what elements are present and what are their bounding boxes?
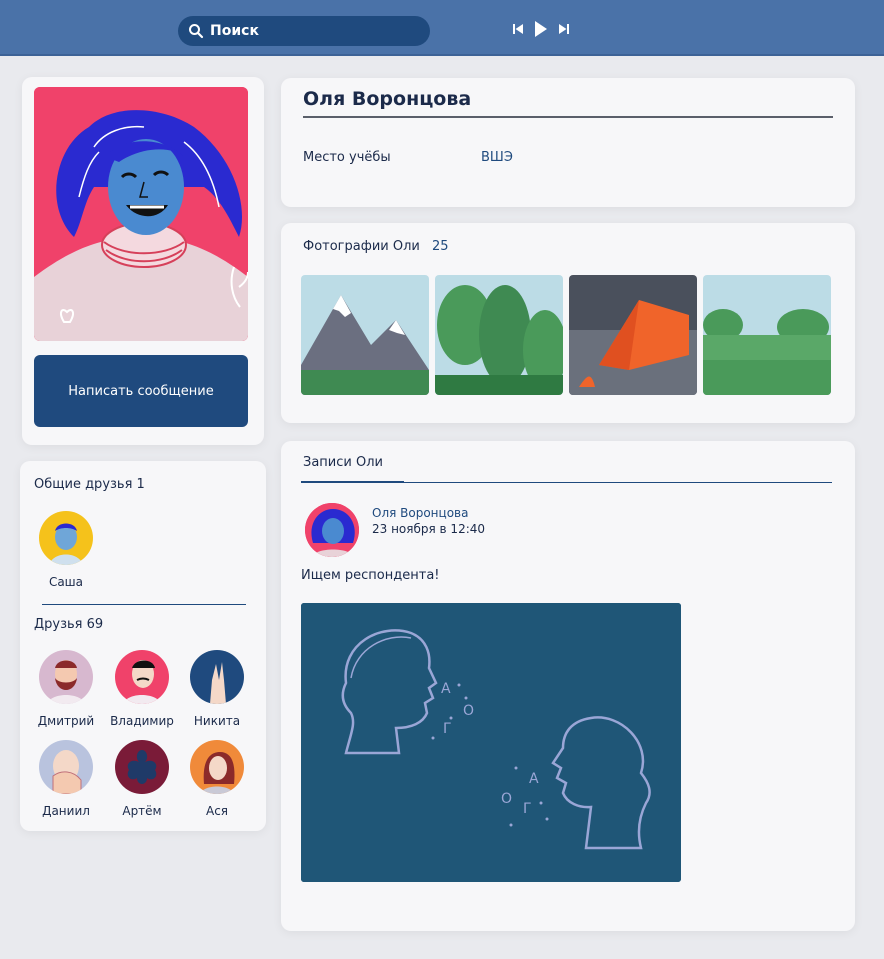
svg-text:Г: Г xyxy=(523,801,532,817)
friend-name: Никита xyxy=(193,714,241,728)
common-friends-count: 1 xyxy=(136,477,145,492)
friend-avatar xyxy=(39,650,93,704)
friend-name: Ася xyxy=(205,804,229,818)
svg-text:А: А xyxy=(529,771,539,787)
friends-divider xyxy=(42,604,246,605)
friend-name: Даниил xyxy=(42,804,90,818)
wall-divider xyxy=(404,482,832,483)
profile-name: Оля Воронцова xyxy=(303,88,472,110)
friend-name: Дмитрий xyxy=(37,714,95,728)
common-friends-title: Общие друзья xyxy=(34,477,133,492)
post-author-avatar[interactable] xyxy=(305,503,359,557)
wall-title[interactable]: Записи Оли xyxy=(303,455,383,470)
study-row: Место учёбы ВШЭ xyxy=(303,150,513,165)
study-label: Место учёбы xyxy=(303,150,391,165)
photos-count: 25 xyxy=(432,239,449,254)
study-link[interactable]: ВШЭ xyxy=(481,150,513,165)
play-icon[interactable] xyxy=(534,20,548,38)
common-friends-header[interactable]: Общие друзья 1 xyxy=(34,477,145,492)
send-message-button[interactable]: Написать сообщение xyxy=(34,355,248,427)
post-author-name[interactable]: Оля Воронцова xyxy=(372,506,468,520)
friend-name: Саша xyxy=(48,575,84,589)
photo-forest[interactable] xyxy=(435,275,563,395)
svg-text:А: А xyxy=(441,681,451,697)
name-underline xyxy=(303,116,833,118)
photo-mountains[interactable] xyxy=(301,275,429,395)
profile-avatar[interactable] xyxy=(34,87,248,341)
friend-sasha[interactable]: Саша xyxy=(31,511,101,589)
all-friends-title: Друзья xyxy=(34,617,83,632)
search-placeholder: Поиск xyxy=(210,23,259,39)
photo-tent[interactable] xyxy=(569,275,697,395)
friend-avatar xyxy=(115,650,169,704)
friend-dmitry[interactable]: Дмитрий xyxy=(31,650,101,728)
friend-daniil[interactable]: Даниил xyxy=(31,740,101,818)
post-date[interactable]: 23 ноября в 12:40 xyxy=(372,522,485,536)
wall-card: Записи Оли Оля Воронцова 23 ноября в 12:… xyxy=(281,441,855,931)
friend-name: Артём xyxy=(122,804,162,818)
friend-avatar xyxy=(115,740,169,794)
svg-text:О: О xyxy=(463,703,474,719)
friend-avatar xyxy=(190,650,244,704)
photos-header[interactable]: Фотографии Оли 25 xyxy=(303,239,449,254)
friend-nikita[interactable]: Никита xyxy=(182,650,252,728)
wall-tab-underline xyxy=(301,481,404,483)
all-friends-header[interactable]: Друзья 69 xyxy=(34,617,103,632)
svg-text:О: О xyxy=(501,791,512,807)
friend-vladimir[interactable]: Владимир xyxy=(107,650,177,728)
next-track-icon[interactable] xyxy=(558,23,570,35)
friend-name: Владимир xyxy=(110,714,174,728)
photo-meadow[interactable] xyxy=(703,275,831,395)
friend-artem[interactable]: Артём xyxy=(107,740,177,818)
search-input[interactable]: Поиск xyxy=(178,16,430,46)
friends-card: Общие друзья 1 Саша Друзья 69 Дмитрий Вл… xyxy=(20,461,266,831)
all-friends-count: 69 xyxy=(86,617,104,632)
profile-info-card: Оля Воронцова Место учёбы ВШЭ xyxy=(281,78,855,207)
search-icon xyxy=(189,24,204,39)
top-bar: Поиск xyxy=(0,0,884,56)
photos-card: Фотографии Оли 25 xyxy=(281,223,855,423)
friend-asya[interactable]: Ася xyxy=(182,740,252,818)
svg-text:Г: Г xyxy=(443,721,452,737)
post-image[interactable]: А О Г А О Г xyxy=(301,603,681,882)
friend-avatar xyxy=(39,511,93,565)
friend-avatar xyxy=(39,740,93,794)
profile-card: Написать сообщение xyxy=(22,77,264,445)
post-text: Ищем респондента! xyxy=(301,568,440,583)
photos-title: Фотографии Оли xyxy=(303,239,420,254)
audio-player xyxy=(512,20,570,38)
friend-avatar xyxy=(190,740,244,794)
previous-track-icon[interactable] xyxy=(512,23,524,35)
